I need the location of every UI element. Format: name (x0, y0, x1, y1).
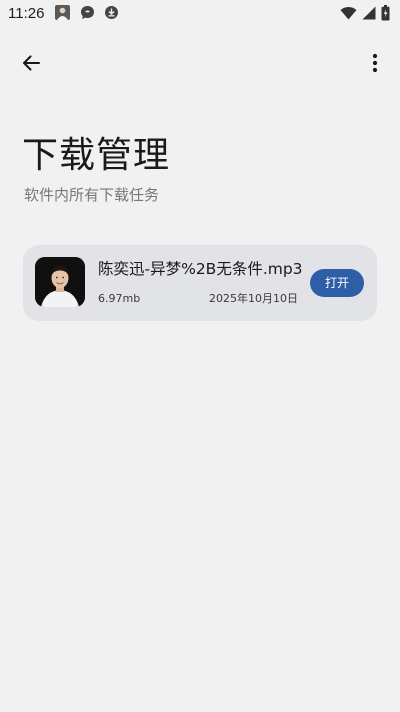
chat-bubble-icon (81, 6, 94, 19)
download-circle-icon (105, 6, 118, 19)
download-file-name: 陈奕迅-异梦%2B无条件.mp3 (98, 260, 303, 278)
status-bar: 11:26 (0, 0, 400, 28)
wifi-icon (340, 7, 357, 20)
download-date: 2025年10月10日 (209, 292, 298, 305)
download-item-card[interactable]: 陈奕迅-异梦%2B无条件.mp3 6.97mb 2025年10月10日 打开 (23, 245, 377, 321)
battery-icon (381, 5, 390, 21)
cell-signal-icon (362, 6, 376, 20)
open-button[interactable]: 打开 (310, 269, 364, 297)
page-subtitle: 软件内所有下载任务 (24, 186, 160, 204)
photo-notification-icon (55, 5, 70, 20)
back-button[interactable] (14, 48, 48, 78)
download-file-size: 6.97mb (98, 292, 141, 305)
overflow-menu-button[interactable] (360, 48, 390, 78)
page-title: 下载管理 (22, 135, 171, 176)
status-time: 11:26 (8, 5, 45, 22)
album-cover-image (35, 257, 85, 307)
status-system-icons (340, 5, 390, 21)
more-vert-icon (372, 53, 378, 73)
arrow-left-icon (22, 55, 41, 71)
